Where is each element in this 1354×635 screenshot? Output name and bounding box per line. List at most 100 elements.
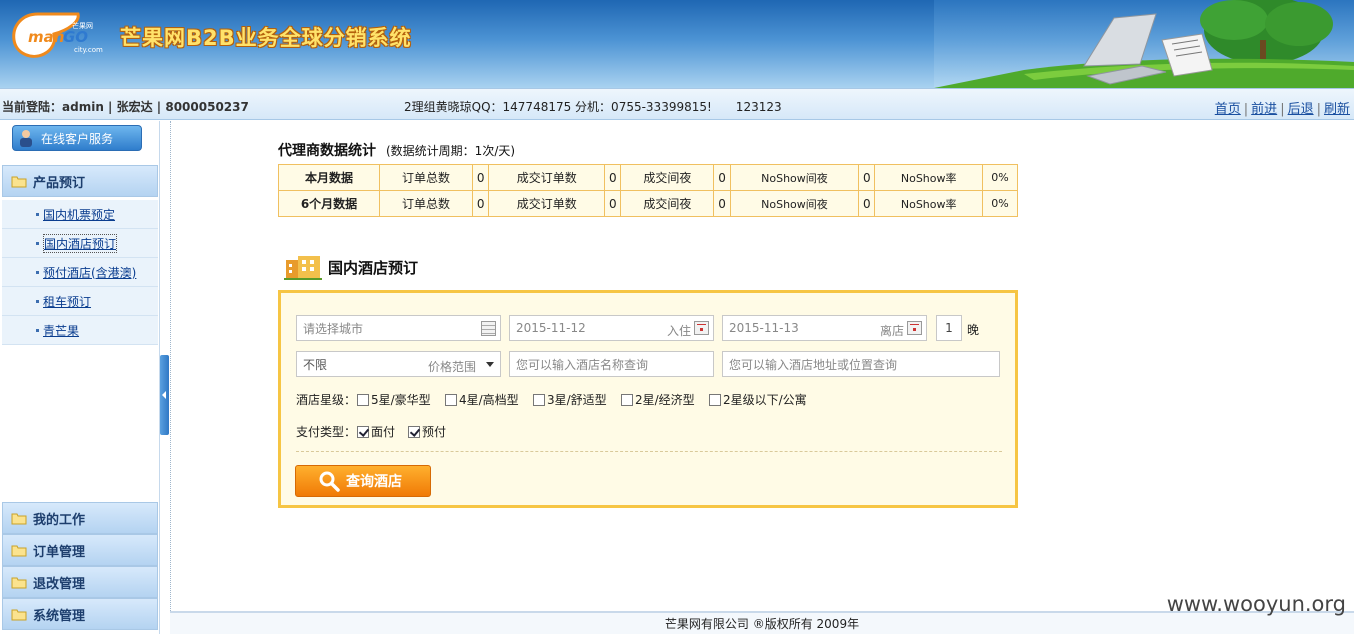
menu-label: 退改管理	[33, 576, 86, 592]
star-below-2-checkbox[interactable]: 2星级以下/公寓	[709, 391, 807, 408]
stats-table: 本月数据 订单总数 0 成交订单数 0 成交间夜 0 NoShow间夜 0 No…	[278, 164, 1019, 217]
banner-laptop-illustration	[934, 0, 1354, 88]
submenu-domestic-hotel[interactable]: 国内酒店预订	[2, 229, 158, 258]
price-range-select[interactable]: 不限 价格范围	[296, 351, 501, 377]
folder-icon	[11, 176, 27, 187]
watermark: www.wooyun.org	[1166, 592, 1346, 616]
star-3-checkbox[interactable]: 3星/舒适型	[533, 391, 607, 408]
cell-value: 0	[713, 190, 731, 217]
nights-input[interactable]: 1	[936, 315, 962, 341]
pay-at-hotel-checkbox[interactable]: 面付	[357, 423, 395, 440]
checkin-date-value: 2015-11-12	[516, 321, 586, 335]
menu-system-management[interactable]: 系统管理	[2, 598, 158, 630]
online-service-label: 在线客户服务	[41, 131, 114, 146]
city-placeholder: 请选择城市	[303, 321, 364, 336]
star-5-checkbox[interactable]: 5星/豪华型	[357, 391, 431, 408]
col-label: 成交订单数	[488, 164, 606, 191]
cell-value: 0%	[981, 190, 1019, 217]
submenu-domestic-flight[interactable]: 国内机票预定	[2, 200, 158, 229]
cell-value: 0	[713, 164, 731, 191]
menu-refund-management[interactable]: 退改管理	[2, 566, 158, 598]
menu-label: 产品预订	[33, 175, 86, 191]
search-hotel-button[interactable]: 查询酒店	[295, 465, 431, 497]
checkbox-box[interactable]	[709, 393, 721, 406]
checkbox-box[interactable]	[445, 393, 457, 406]
search-icon	[319, 471, 340, 492]
star-2-checkbox[interactable]: 2星/经济型	[621, 391, 695, 408]
header-banner: man GO 芒果网 city.com 芒果网B2B业务全球分销系统	[0, 0, 1354, 88]
submenu-qingmangguo[interactable]: 青芒果	[2, 316, 158, 345]
checkbox-box[interactable]	[357, 425, 369, 438]
checkin-date-field[interactable]: 2015-11-12 入住	[509, 315, 714, 341]
submenu-prepaid-hotel[interactable]: 预付酒店(含港澳)	[2, 258, 158, 287]
checkbox-label: 5星/豪华型	[371, 393, 431, 407]
checkbox-box[interactable]	[621, 393, 633, 406]
form-divider	[296, 451, 1002, 452]
city-list-icon[interactable]	[481, 321, 496, 336]
svg-text:GO: GO	[63, 28, 88, 46]
contact-info: 2理组黄晓琼QQ：147748175 分机：0755-33399815! 123…	[404, 100, 782, 114]
svg-text:city.com: city.com	[74, 46, 103, 54]
col-label: NoShow间夜	[729, 190, 860, 217]
menu-product-booking[interactable]: 产品预订	[2, 165, 158, 197]
svg-text:man: man	[28, 28, 64, 46]
product-submenu: 国内机票预定 国内酒店预订 预付酒店(含港澳) 租车预订 青芒果	[2, 200, 158, 345]
menu-label: 系统管理	[33, 608, 86, 624]
cell-value: 0	[471, 190, 490, 217]
calendar-icon[interactable]	[694, 321, 709, 335]
stats-period: (数据统计周期：1次/天)	[386, 144, 516, 158]
submenu-car-rental[interactable]: 租车预订	[2, 287, 158, 316]
sidebar-collapse-handle[interactable]	[160, 355, 169, 435]
menu-order-management[interactable]: 订单管理	[2, 534, 158, 566]
nav-back-link[interactable]: 后退	[1288, 102, 1314, 117]
menu-label: 订单管理	[33, 544, 86, 560]
prepay-checkbox[interactable]: 预付	[408, 423, 446, 440]
col-label: 成交订单数	[488, 190, 606, 217]
menu-my-work[interactable]: 我的工作	[2, 502, 158, 534]
col-label: 成交间夜	[620, 190, 715, 217]
login-label: 当前登陆：	[2, 100, 63, 114]
bullet-icon	[36, 299, 39, 303]
login-info: 当前登陆：admin | 张宏达 | 8000050237	[2, 98, 249, 115]
cell-value: 0%	[981, 164, 1019, 191]
nav-forward-link[interactable]: 前进	[1251, 102, 1277, 117]
checkbox-box[interactable]	[533, 393, 545, 406]
checkbox-box[interactable]	[408, 425, 420, 438]
checkout-date-field[interactable]: 2015-11-13 离店	[722, 315, 927, 341]
submenu-label: 租车预订	[43, 294, 92, 309]
mango-logo: man GO 芒果网 city.com	[12, 12, 103, 58]
folder-icon	[11, 577, 27, 588]
hotel-section-label: 国内酒店预订	[328, 258, 419, 277]
star-4-checkbox[interactable]: 4星/高档型	[445, 391, 519, 408]
submenu-label: 国内机票预定	[43, 207, 116, 222]
nav-home-link[interactable]: 首页	[1215, 102, 1241, 117]
calendar-icon[interactable]	[907, 321, 922, 335]
bullet-icon	[36, 241, 39, 245]
col-label: NoShow间夜	[729, 164, 860, 191]
col-label: 订单总数	[379, 190, 473, 217]
col-label: 订单总数	[379, 164, 473, 191]
checkbox-box[interactable]	[357, 393, 369, 406]
star-level-label: 酒店星级：	[296, 393, 357, 407]
cell-value: 0	[604, 190, 622, 217]
row-header: 6个月数据	[278, 190, 380, 217]
hotel-address-placeholder: 您可以输入酒店地址或位置查询	[729, 357, 898, 372]
folder-icon	[11, 609, 27, 620]
bullet-icon	[36, 212, 39, 216]
online-service-button[interactable]: 在线客户服务	[12, 125, 142, 151]
svg-text:芒果网: 芒果网	[72, 21, 93, 30]
checkin-label: 入住	[666, 324, 691, 338]
city-select-field[interactable]: 请选择城市	[296, 315, 501, 341]
hotel-address-input[interactable]: 您可以输入酒店地址或位置查询	[722, 351, 1000, 377]
bullet-icon	[36, 328, 39, 332]
hotel-name-input[interactable]: 您可以输入酒店名称查询	[509, 351, 714, 377]
nav-refresh-link[interactable]: 刷新	[1324, 102, 1350, 117]
cell-value: 0	[471, 164, 490, 191]
checkout-label: 离店	[879, 324, 904, 338]
hotel-name-placeholder: 您可以输入酒店名称查询	[516, 357, 649, 372]
login-value: admin | 张宏达 | 8000050237	[62, 100, 249, 114]
payment-type-label: 支付类型：	[296, 425, 357, 439]
checkbox-label: 2星级以下/公寓	[723, 393, 807, 407]
stats-title: 代理商数据统计 (数据统计周期：1次/天)	[278, 140, 515, 160]
sidebar: 在线客户服务 产品预订 国内机票预定 国内酒店预订 预付酒店(含港澳) 租车预订…	[0, 121, 160, 634]
